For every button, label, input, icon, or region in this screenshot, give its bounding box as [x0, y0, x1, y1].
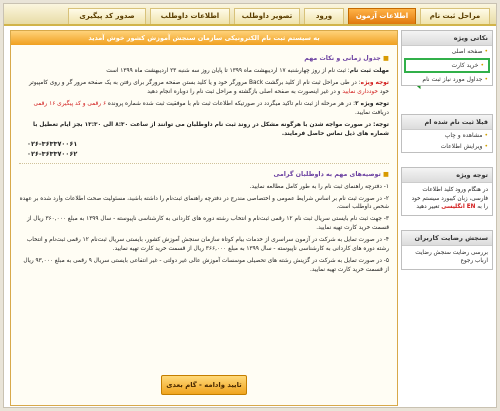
tab-applicant-photo[interactable]: تصویر داوطلب	[234, 8, 300, 24]
list-item: ۱- دفترچه راهنمای ثبت نام را به طور کامل…	[249, 183, 389, 190]
tab-applicant-info[interactable]: اطلاعات داوطلب	[150, 8, 230, 24]
bullet-icon: •	[480, 62, 484, 69]
sidebar-item-home[interactable]: •صفحه اصلی	[402, 46, 492, 57]
tab-registration-steps[interactable]: مراحل ثبت نام	[420, 8, 490, 24]
phone-number-2: ۰۲۶-۳۶۳۳۷۰۰۶۲	[27, 149, 78, 158]
bullet-icon: •	[484, 132, 488, 139]
deadline-paragraph: مهلت ثبت نام: ثبت نام از روز چهارشنبه ۱۷…	[106, 67, 389, 74]
registered-box: قبلا ثبت نام شده ام •مشاهده و چاپ •ویرای…	[401, 114, 493, 153]
back-button-warning: توجه ویژه: در طی مراحل ثبت نام از کلید ب…	[28, 79, 389, 95]
support-hours-note: توجه: در صورت مواجه شدن با هرگونه مشکل د…	[33, 121, 389, 137]
registered-box-title: قبلا ثبت نام شده ام	[402, 115, 492, 130]
guide-box-title: نکاتی ویژه	[402, 31, 492, 46]
satisfaction-box-title: سنجش رضایت کاربران	[402, 230, 492, 246]
sidebar-item-buy-card[interactable]: •خرید کارت	[404, 58, 490, 73]
page-frame: مراحل ثبت نام اطلاعات آزمون ورود تصویر د…	[3, 3, 497, 408]
satisfaction-link[interactable]: بررسی رضایت سنجش رضایت ارباب رجوع	[402, 246, 492, 269]
sidebar-item-edit-info[interactable]: •ویرایش اطلاعات	[402, 141, 492, 152]
tab-login[interactable]: ورود	[304, 8, 344, 24]
attention-box-title: توجه ویژه	[402, 168, 492, 183]
bullet-icon: •	[484, 48, 488, 55]
phone-number-1: ۰۲۶-۳۶۳۳۷۰۰۶۱	[27, 139, 78, 148]
bullet-icon: ■	[380, 55, 389, 62]
section-title-recommendations: ■ توصیه‌های مهم به داوطلبان گرامی	[273, 170, 389, 178]
main-content: ■ جدول زمانی و نکات مهم مهلت ثبت نام: ثب…	[11, 45, 397, 278]
satisfaction-box: سنجش رضایت کاربران بررسی رضایت سنجش رضای…	[401, 229, 493, 270]
bullet-icon: •	[484, 143, 488, 150]
sidebar-item-view-print[interactable]: •مشاهده و چاپ	[402, 130, 492, 141]
section-title-schedule: ■ جدول زمانی و نکات مهم	[304, 55, 389, 62]
bullet-icon: •	[484, 76, 488, 83]
list-item: ۳- جهت ثبت نام بایستی سریال ثبت نام ۱۲ ر…	[26, 216, 389, 232]
list-item: ۲- در صورت ثبت نام بر اساس شرایط عمومی و…	[19, 195, 389, 211]
tab-tracking-code[interactable]: صدور کد پیگیری	[68, 8, 146, 24]
divider	[19, 162, 389, 164]
bullet-icon: ■	[380, 170, 389, 178]
attention-box: توجه ویژه در هنگام ورود کلید اطلاعات فار…	[401, 167, 493, 216]
confirm-next-step-button[interactable]: تایید وادامه - گام بعدی	[161, 375, 247, 395]
sidebar-item-required-tables[interactable]: •جداول مورد نیاز ثبت نام	[402, 74, 492, 85]
attention-text: در هنگام ورود کلید اطلاعات فارسی، زبان ک…	[411, 187, 488, 211]
tracking-code-note: توجه ویژه ۲: در هر مرحله از ثبت نام تاکی…	[33, 100, 389, 116]
tab-exam-info[interactable]: اطلاعات آزمون	[348, 8, 416, 24]
welcome-banner: به سیستم ثبت نام الکترونیکی سازمان سنجش …	[11, 31, 397, 45]
main-panel: به سیستم ثبت نام الکترونیکی سازمان سنجش …	[10, 30, 398, 406]
list-item: ۵- در صورت تمایل به شرکت در گزینش رشته ه…	[23, 258, 389, 274]
top-tab-bar: مراحل ثبت نام اطلاعات آزمون ورود تصویر د…	[4, 4, 496, 26]
right-sidebar: نکاتی ویژه •صفحه اصلی •خرید کارت •جداول …	[401, 30, 493, 276]
guide-box: نکاتی ویژه •صفحه اصلی •خرید کارت •جداول …	[401, 30, 493, 86]
list-item: ۴- در صورت تمایل به شرکت در آزمون سراسری…	[26, 237, 389, 253]
